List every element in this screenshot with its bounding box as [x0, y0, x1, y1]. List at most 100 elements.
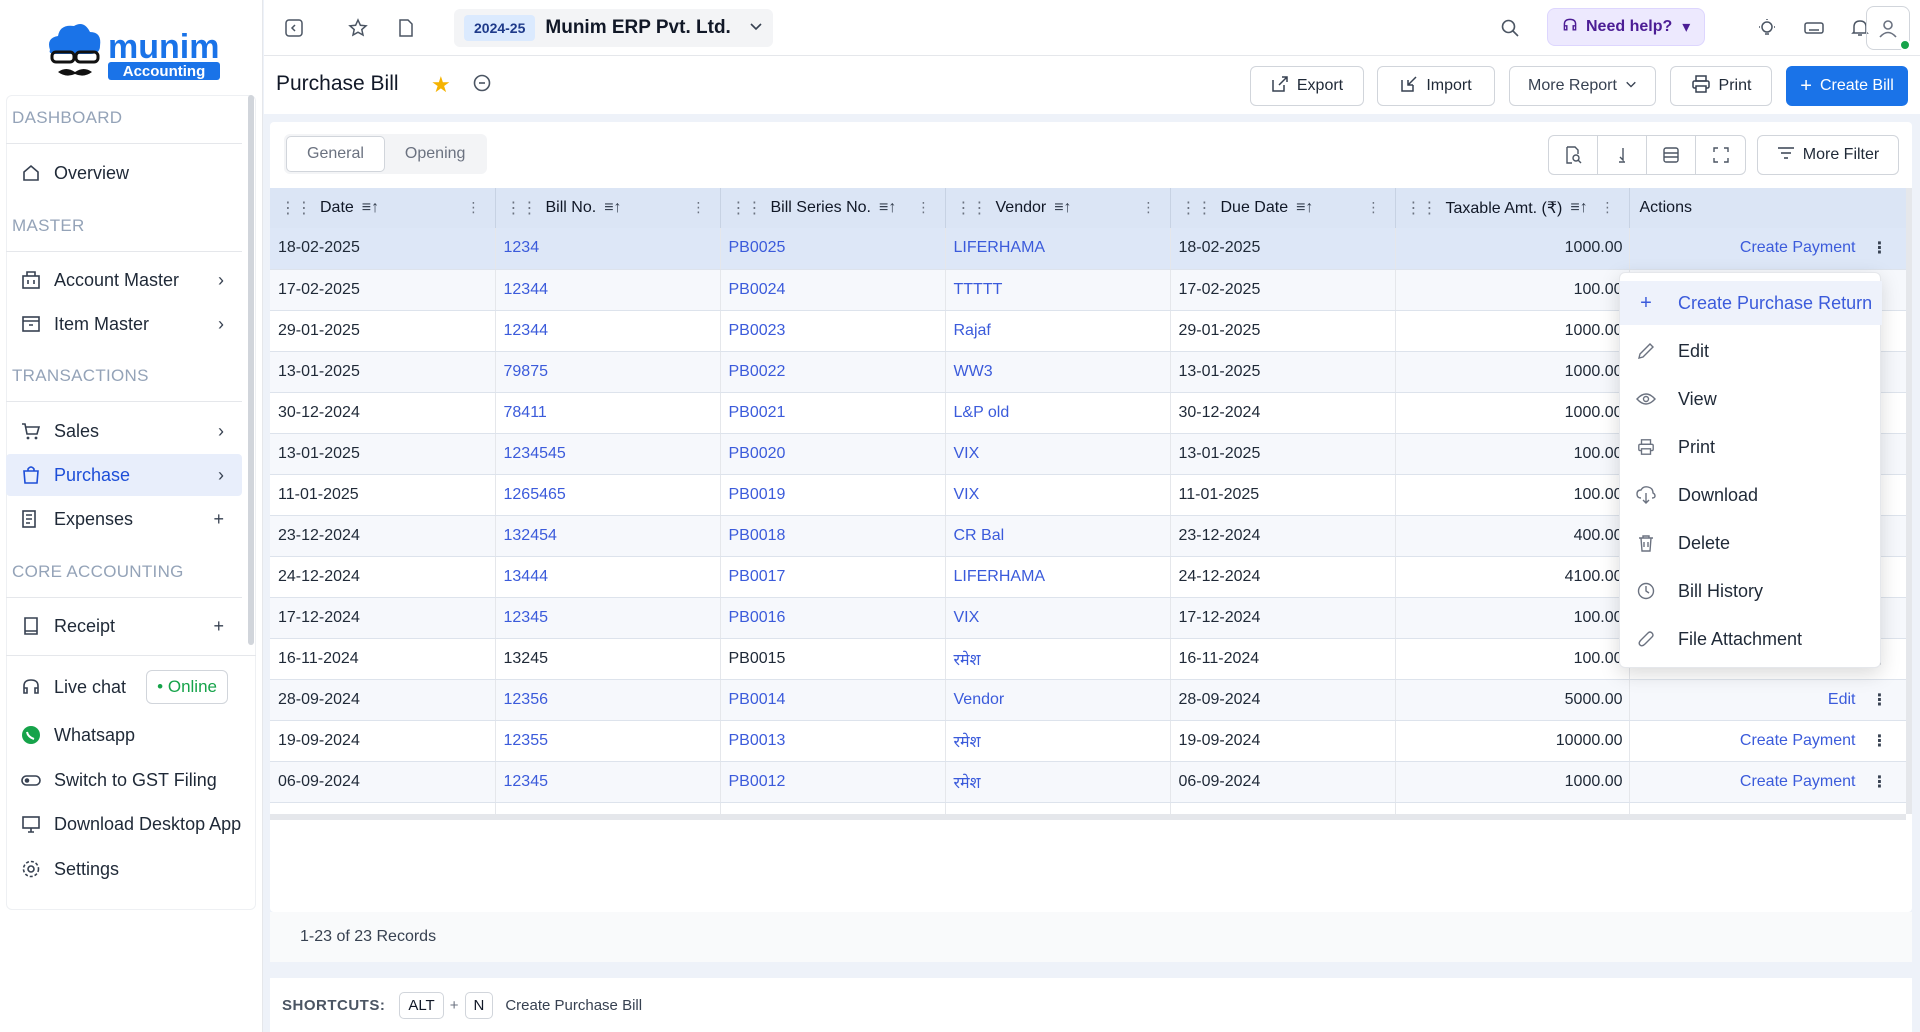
column-menu-icon[interactable]: ⋮: [692, 199, 706, 216]
cell-bill-series[interactable]: PB0024: [720, 269, 946, 311]
column-menu-icon[interactable]: ⋮: [1601, 199, 1615, 216]
row-action-link[interactable]: Create Payment: [1740, 773, 1856, 790]
plus-icon[interactable]: +: [213, 616, 224, 637]
column-menu-icon[interactable]: ⋮: [917, 199, 931, 216]
cell-vendor[interactable]: L&P old: [945, 392, 1171, 434]
cell-bill-series[interactable]: PB0017: [720, 556, 946, 598]
cell-vendor[interactable]: रमेश: [945, 761, 1171, 803]
cell-bill-series[interactable]: PB0023: [720, 310, 946, 352]
cell-vendor[interactable]: WW3: [945, 351, 1171, 393]
cell-vendor[interactable]: CR Bal: [945, 515, 1171, 557]
table-vertical-scrollbar[interactable]: [1906, 188, 1912, 814]
sidebar-item-receipt[interactable]: Receipt +: [6, 605, 242, 647]
menu-item-delete[interactable]: Delete: [1620, 521, 1882, 565]
cell-bill-series[interactable]: PB0025: [720, 228, 946, 270]
row-density-icon[interactable]: [1647, 136, 1696, 174]
cell-vendor[interactable]: Rajaf: [945, 310, 1171, 352]
drag-handle-icon[interactable]: ⋮⋮: [1181, 198, 1213, 218]
need-help-button[interactable]: Need help? ▾: [1547, 8, 1706, 46]
cell-bill-series[interactable]: PB0014: [720, 679, 946, 721]
cell-vendor[interactable]: रमेश: [945, 638, 1171, 680]
cell-bill-no[interactable]: 12356: [495, 679, 721, 721]
cell-bill-series[interactable]: PB0019: [720, 474, 946, 516]
sort-icon[interactable]: ≡↑: [604, 199, 621, 217]
more-options-icon[interactable]: ⋮: [1872, 772, 1888, 792]
collapse-sidebar-icon[interactable]: [278, 12, 310, 44]
drag-handle-icon[interactable]: ⋮⋮: [731, 198, 763, 218]
print-button[interactable]: Print: [1670, 66, 1772, 106]
cell-bill-no[interactable]: 1265465: [495, 474, 721, 516]
cell-bill-no[interactable]: 79875: [495, 351, 721, 393]
table-row[interactable]: 19-09-2024 12355 PB0013 रमेश 19-09-2024 10000…: [270, 720, 1906, 762]
comment-icon[interactable]: [472, 73, 492, 98]
tab-general[interactable]: General: [286, 136, 385, 172]
sort-icon[interactable]: ≡↑: [879, 199, 896, 217]
cell-bill-no[interactable]: 132454: [495, 515, 721, 557]
cell-vendor[interactable]: LIFERHAMA: [945, 556, 1171, 598]
download-desktop-item[interactable]: Download Desktop App: [6, 803, 242, 845]
cell-bill-no[interactable]: 12344: [495, 269, 721, 311]
settings-item[interactable]: Settings: [6, 848, 242, 890]
column-header-vendor[interactable]: ⋮⋮ Vendor ≡↑ ⋮: [945, 188, 1171, 228]
drag-handle-icon[interactable]: ⋮⋮: [956, 198, 988, 218]
column-menu-icon[interactable]: ⋮: [1142, 199, 1156, 216]
cell-vendor[interactable]: VIX: [945, 474, 1171, 516]
cell-bill-no[interactable]: 1234: [495, 228, 721, 270]
sort-icon[interactable]: ≡↑: [1296, 199, 1313, 217]
menu-item-print[interactable]: Print: [1620, 425, 1882, 469]
sidebar-scrollbar[interactable]: [248, 95, 254, 645]
user-avatar[interactable]: [1866, 6, 1911, 51]
table-row[interactable]: 30-07-2024T010PB0011vendor13-09-2024750.…: [270, 802, 1906, 814]
cell-bill-series[interactable]: PB0018: [720, 515, 946, 557]
sidebar-item-overview[interactable]: Overview: [6, 152, 242, 194]
munim-logo[interactable]: munim Accounting: [42, 16, 232, 82]
menu-item-download[interactable]: Download: [1620, 473, 1882, 517]
sidebar-item-purchase[interactable]: Purchase ›: [6, 454, 242, 496]
cell-vendor[interactable]: LIFERHAMA: [945, 228, 1171, 270]
sidebar-item-sales[interactable]: Sales ›: [6, 410, 242, 452]
bulb-icon[interactable]: [1751, 12, 1783, 44]
drag-handle-icon[interactable]: ⋮⋮: [280, 198, 312, 218]
menu-item-bill-history[interactable]: Bill History: [1620, 569, 1882, 613]
column-menu-icon[interactable]: ⋮: [467, 199, 481, 216]
sidebar-item-item-master[interactable]: Item Master ›: [6, 303, 242, 345]
cell-vendor[interactable]: VIX: [945, 433, 1171, 475]
table-horizontal-scrollbar[interactable]: [270, 814, 1906, 820]
drag-handle-icon[interactable]: ⋮⋮: [1406, 198, 1438, 218]
cell-bill-no[interactable]: 13444: [495, 556, 721, 598]
cell-bill-no[interactable]: 12345: [495, 761, 721, 803]
drag-handle-icon[interactable]: ⋮⋮: [506, 198, 538, 218]
cell-bill-series[interactable]: PB0016: [720, 597, 946, 639]
plus-icon[interactable]: +: [213, 509, 224, 530]
cell-bill-series[interactable]: PB0021: [720, 392, 946, 434]
import-button[interactable]: Import: [1377, 66, 1495, 106]
cell-vendor[interactable]: रमेश: [945, 720, 1171, 762]
table-row[interactable]: 18-02-2025 1234 PB0025 LIFERHAMA 18-02-2025 1…: [270, 228, 1906, 270]
column-header-taxable-amt[interactable]: ⋮⋮ Taxable Amt. (₹) ≡↑ ⋮: [1395, 188, 1630, 228]
cell-vendor[interactable]: vendor: [945, 802, 1171, 814]
live-chat-item[interactable]: Live chat • Online: [6, 666, 242, 708]
more-options-icon[interactable]: ⋮: [1872, 238, 1888, 258]
cell-vendor[interactable]: Vendor: [945, 679, 1171, 721]
keyboard-icon[interactable]: [1798, 12, 1830, 44]
tab-opening[interactable]: Opening: [385, 136, 486, 172]
sidebar-item-expenses[interactable]: Expenses +: [6, 498, 242, 540]
cell-bill-series[interactable]: PB0022: [720, 351, 946, 393]
favorite-star-icon[interactable]: ★: [431, 72, 451, 98]
column-header-date[interactable]: ⋮⋮ Date ≡↑ ⋮: [270, 188, 496, 228]
document-icon[interactable]: [390, 12, 422, 44]
favorites-star-icon[interactable]: [342, 12, 374, 44]
more-filter-button[interactable]: More Filter: [1757, 135, 1899, 175]
whatsapp-item[interactable]: Whatsapp: [6, 714, 242, 756]
column-header-due-date[interactable]: ⋮⋮ Due Date ≡↑ ⋮: [1170, 188, 1396, 228]
cell-bill-no[interactable]: 12355: [495, 720, 721, 762]
row-action-link[interactable]: Edit: [1828, 691, 1856, 708]
column-menu-icon[interactable]: ⋮: [1367, 199, 1381, 216]
table-row[interactable]: 28-09-2024 12356 PB0014 Vendor 28-09-2024 500…: [270, 679, 1906, 721]
menu-item-view[interactable]: View: [1620, 377, 1882, 421]
menu-item-create-purchase-return[interactable]: + Create Purchase Return: [1620, 281, 1882, 325]
menu-item-edit[interactable]: Edit: [1620, 329, 1882, 373]
search-icon[interactable]: [1494, 12, 1526, 44]
row-action-link[interactable]: Create Payment: [1740, 732, 1856, 749]
row-action-link[interactable]: Create Payment: [1740, 239, 1856, 256]
